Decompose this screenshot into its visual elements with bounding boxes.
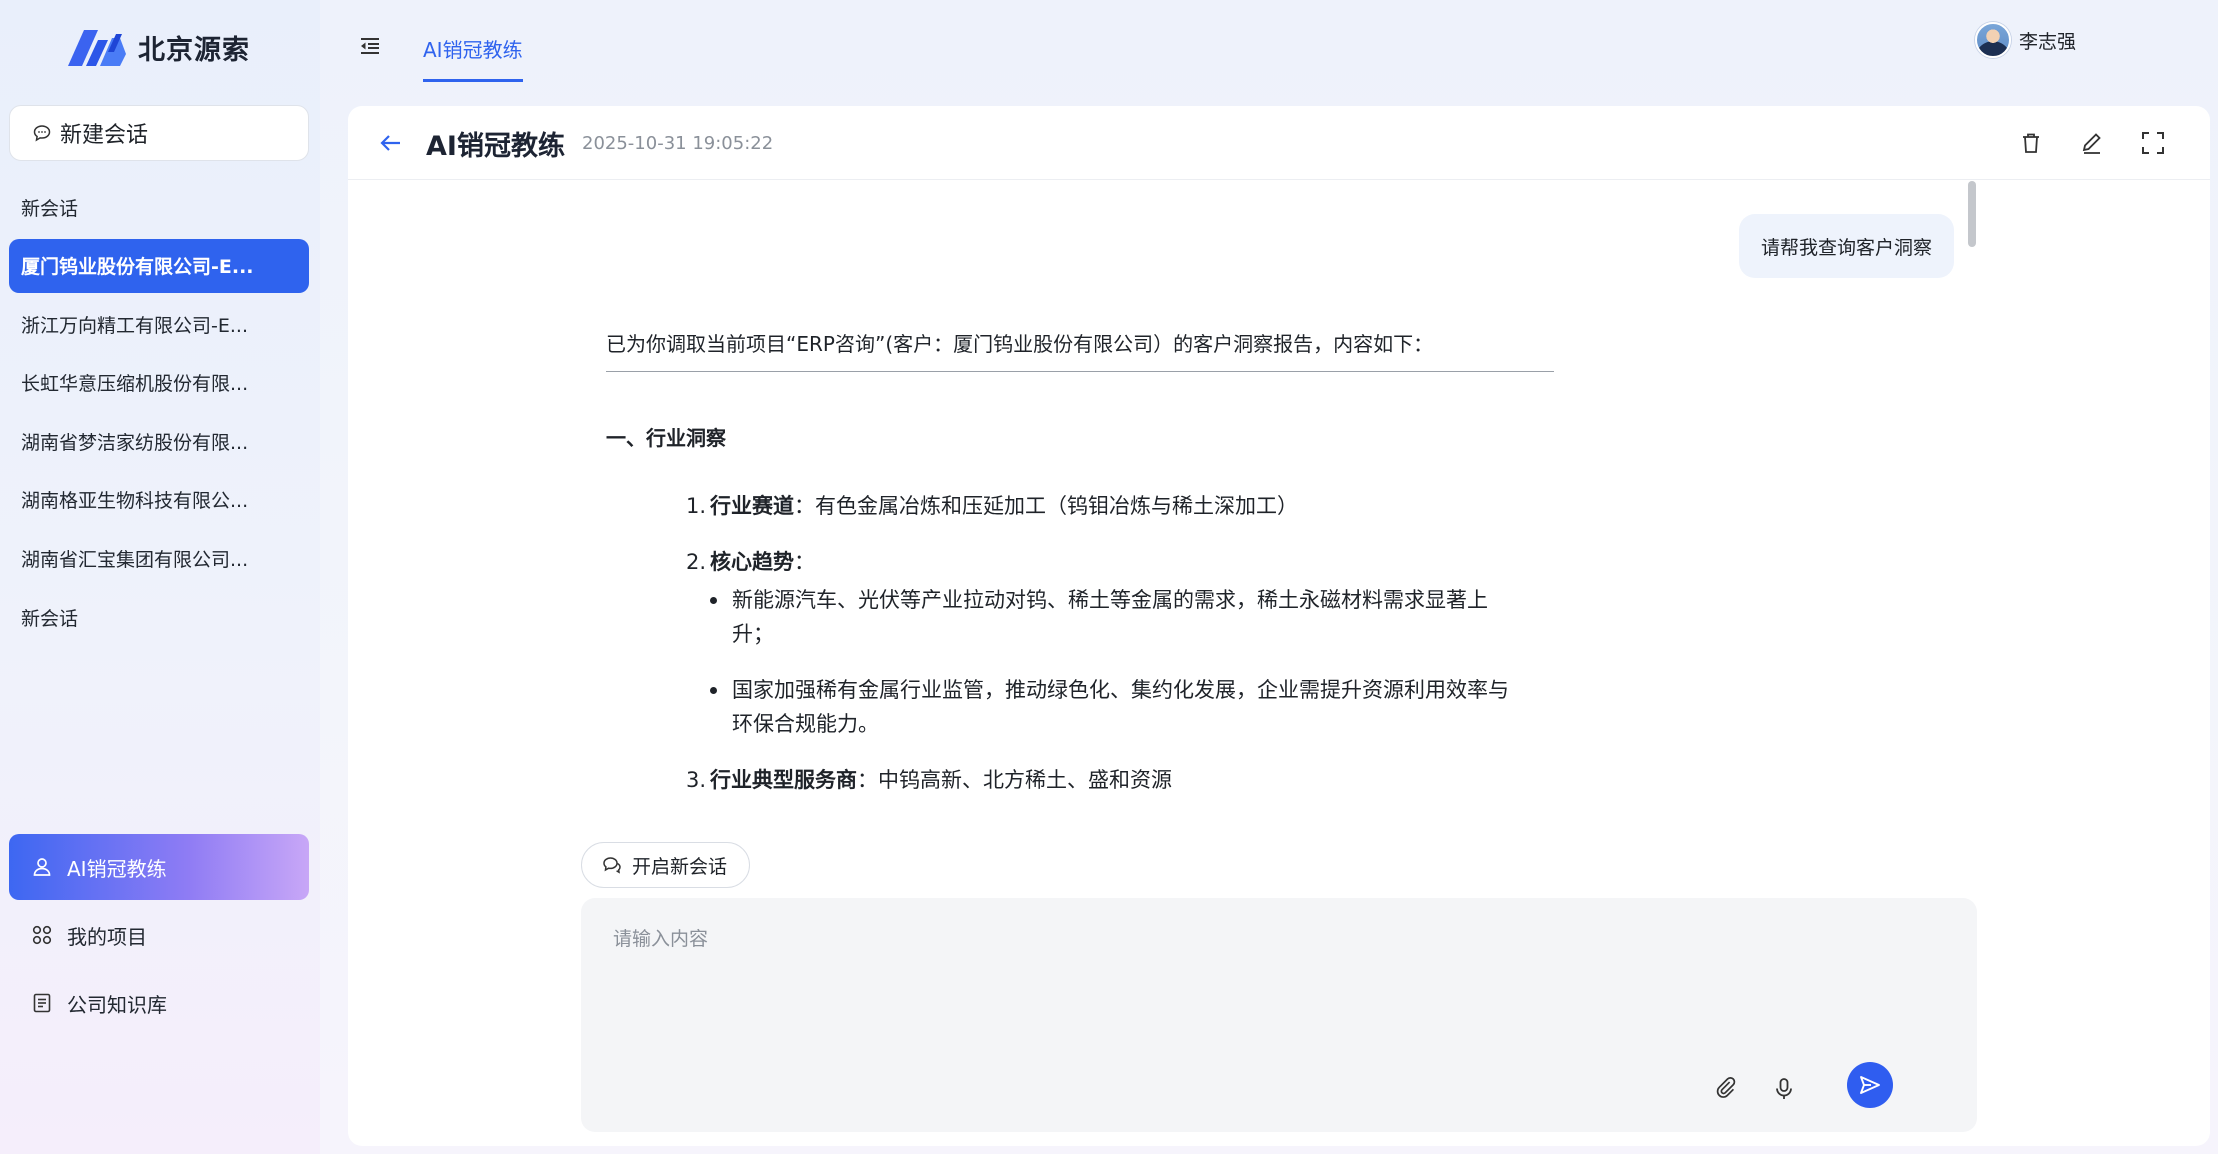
new-chat-button[interactable]: 新建会话	[9, 105, 309, 161]
section-title: 一、行业洞察	[606, 426, 726, 450]
send-icon	[1860, 1076, 1880, 1094]
user-icon	[33, 858, 51, 876]
trash-icon[interactable]	[2018, 130, 2044, 156]
brand-logo[interactable]: 北京源索	[68, 28, 250, 67]
history-item[interactable]: 新会话	[9, 180, 309, 234]
timestamp: 2025-10-31 19:05:22	[582, 133, 774, 154]
history-item[interactable]: 新会话	[9, 590, 309, 644]
insight-list: 1. 行业赛道：有色金属冶炼和压延加工（钨钼冶炼与稀土深加工） 2. 核心趋势： 新…	[606, 489, 1606, 797]
user-message: 请帮我查询客户洞察	[1738, 214, 1954, 278]
collapse-menu-icon[interactable]	[358, 34, 382, 58]
paperclip-icon[interactable]	[1714, 1076, 1740, 1102]
list-item: 1. 行业赛道：有色金属冶炼和压延加工（钨钼冶炼与稀土深加工）	[686, 494, 1298, 518]
fullscreen-icon[interactable]	[2140, 130, 2166, 156]
answer-intro: 已为你调取当前项目“ERP咨询”(客户：厦门钨业股份有限公司）的客户洞察报告，内…	[606, 328, 1554, 372]
page-title: AI销冠教练	[426, 131, 565, 162]
chat-bubble-icon	[33, 125, 51, 142]
bullet-item: 新能源汽车、光伏等产业拉动对钨、稀土等金属的需求，稀土永磁材料需求显著上升；	[710, 583, 1512, 651]
user-menu[interactable]: 李志强	[1975, 22, 2076, 58]
logo-mark-icon	[68, 29, 126, 66]
trend-bullets: 新能源汽车、光伏等产业拉动对钨、稀土等金属的需求，稀土永磁材料需求显著上升； 国…	[686, 583, 1606, 741]
back-arrow-icon[interactable]	[378, 130, 404, 156]
composer	[581, 898, 1977, 1132]
tab-ai-coach[interactable]: AI销冠教练	[423, 28, 523, 82]
history-item[interactable]: 湖南省汇宝集团有限公司...	[9, 532, 309, 586]
avatar	[1975, 22, 2011, 58]
list-item: 3. 行业典型服务商：中钨高新、北方稀土、盛和资源	[686, 768, 1172, 792]
assistant-message: 已为你调取当前项目“ERP咨询”(客户：厦门钨业股份有限公司）的客户洞察报告，内…	[606, 328, 1606, 819]
history-item[interactable]: 湖南格亚生物科技有限公...	[9, 473, 309, 527]
history-item[interactable]: 湖南省梦洁家纺股份有限...	[9, 414, 309, 468]
history-item[interactable]: 浙江万向精工有限公司-E...	[9, 297, 309, 351]
nav-item-knowledge-base[interactable]: 公司知识库	[9, 970, 309, 1036]
grid-icon	[32, 925, 52, 945]
chat-bubbles-icon	[603, 857, 621, 874]
sidebar: 北京源索 新建会话 新会话 厦门钨业股份有限公司-E... 浙江万向精工有限公司…	[0, 0, 320, 1154]
conversation-history: 新会话 厦门钨业股份有限公司-E... 浙江万向精工有限公司-E... 长虹华意…	[9, 180, 309, 649]
list-item: 2. 核心趋势： 新能源汽车、光伏等产业拉动对钨、稀土等金属的需求，稀土永磁材料需…	[686, 545, 1606, 741]
message-input[interactable]	[581, 898, 1977, 1068]
main-nav: AI销冠教练 我的项目 公司知识库	[9, 834, 309, 1038]
new-session-button[interactable]: 开启新会话	[581, 842, 751, 888]
chat-panel: AI销冠教练 2025-10-31 19:05:22 请帮我查询客户洞察 已为你…	[348, 106, 2210, 1146]
bullet-item: 国家加强稀有金属行业监管，推动绿色化、集约化发展，企业需提升资源利用效率与环保合…	[710, 673, 1512, 741]
microphone-icon[interactable]	[1771, 1076, 1797, 1102]
panel-header: AI销冠教练 2025-10-31 19:05:22	[348, 106, 2210, 180]
history-item[interactable]: 长虹华意压缩机股份有限...	[9, 356, 309, 410]
nav-label: 我的项目	[67, 924, 147, 949]
nav-label: AI销冠教练	[67, 856, 167, 881]
new-chat-label: 新建会话	[60, 123, 149, 148]
history-item-active[interactable]: 厦门钨业股份有限公司-E...	[9, 238, 309, 293]
new-session-label: 开启新会话	[632, 855, 728, 878]
user-name: 李志强	[2019, 30, 2077, 53]
brand-name: 北京源索	[138, 35, 250, 66]
messages-scrollbar[interactable]	[1968, 181, 1976, 247]
edit-icon[interactable]	[2079, 130, 2105, 156]
send-button[interactable]	[1847, 1062, 1893, 1108]
nav-item-ai-coach[interactable]: AI销冠教练	[9, 834, 309, 900]
book-icon	[33, 993, 51, 1013]
nav-item-my-projects[interactable]: 我的项目	[9, 902, 309, 968]
nav-label: 公司知识库	[67, 992, 167, 1017]
